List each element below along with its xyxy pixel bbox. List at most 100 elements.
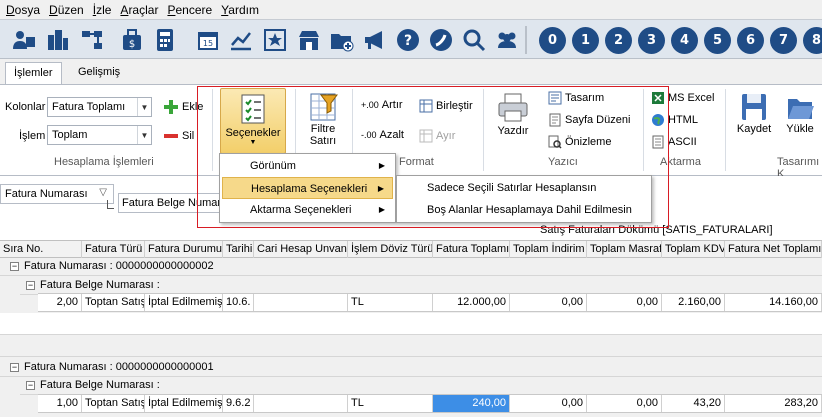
column-header-toplam-indirim[interactable]: Toplam İndirim [510,241,587,258]
cell-toplam-indirim: 0,00 [510,294,587,311]
group-field-fatura-numarasi[interactable]: Fatura Numarası ▽ [0,184,114,204]
cell-toplam-kdv: 43,20 [662,395,725,412]
kolonlar-value: Fatura Toplamı [52,101,126,113]
column-header-islem-doviz-turu[interactable]: İşlem Döviz Türü [348,241,433,258]
help-icon[interactable]: ? [394,26,422,54]
group-icon[interactable] [493,26,521,54]
cell-fatura-toplami: 12.000,00 [433,294,510,311]
chevron-down-icon[interactable]: ▼ [137,126,151,144]
quick-button-0[interactable]: 0 [539,27,566,54]
menu-duzen[interactable]: Düzen [49,3,84,17]
org-chart-icon[interactable] [78,26,106,54]
save-icon [742,94,766,120]
cell-fatura-turu: Toptan Satış [82,294,145,311]
kaydet-label: Kaydet [736,123,772,135]
cell-islem-doviz-turu: TL [348,294,433,311]
cell-fatura-durumu: İptal Edilmemiş [145,395,223,412]
cell-fatura-net-toplami: 283,20 [725,395,822,412]
collapse-icon[interactable]: − [26,381,35,390]
toolbar-separator [525,26,527,54]
quick-button-8[interactable]: 8 [803,27,822,54]
column-header-tarihi[interactable]: Tarihi [223,241,254,258]
cell-toplam-masraf: 0,00 [587,294,662,311]
calculator-icon[interactable] [151,26,179,54]
cell-islem-doviz-turu: TL [348,395,433,412]
cell-fatura-toplami-selected[interactable]: 240,00 [433,395,510,412]
main-toolbar: $ 15 ? 0 1 2 3 4 5 6 7 8 [0,19,822,59]
quick-button-7[interactable]: 7 [770,27,797,54]
open-folder-icon [788,99,814,119]
menu-pencere[interactable]: Pencere [167,3,212,17]
menu-izle[interactable]: İzle [93,3,112,17]
group-header-label: Fatura Numarası : 0000000000000001 [24,361,214,373]
filter-icon[interactable]: ▽ [99,187,107,198]
column-header-fatura-turu[interactable]: Fatura Türü [82,241,145,258]
folder-add-icon[interactable] [328,26,356,54]
yukle-button[interactable]: Yükle [781,91,819,135]
users-icon[interactable] [10,26,38,54]
collapse-icon[interactable]: − [10,363,19,372]
cell-toplam-indirim: 0,00 [510,395,587,412]
cash-bag-icon[interactable]: $ [118,26,146,54]
collapse-icon[interactable]: − [26,281,35,290]
ribbon-separator [725,89,726,171]
cell-fatura-turu: Toptan Satış [82,395,145,412]
column-header-fatura-durumu[interactable]: Fatura Durumu [145,241,223,258]
ribbon-tabs: İşlemler Gelişmiş [0,59,822,84]
tab-islemler[interactable]: İşlemler [5,62,62,84]
cell-toplam-masraf: 0,00 [587,395,662,412]
svg-text:$: $ [129,39,135,50]
group-row-fatura-belge-numarasi[interactable]: − Fatura Belge Numarası : [20,377,822,395]
store-icon[interactable] [295,26,323,54]
cell-sira-no: 1,00 [38,395,82,412]
sil-label: Sil [182,130,195,142]
cell-fatura-net-toplami: 14.160,00 [725,294,822,311]
chart-icon[interactable] [227,26,255,54]
cell-tarihi: 9.6.2 [223,395,254,412]
search-icon[interactable] [460,26,488,54]
cell-tarihi: 10.6. [223,294,254,311]
group-header-label: Fatura Belge Numarası : [40,379,160,391]
column-header-cari-hesap-unvani[interactable]: Cari Hesap Unvanı [254,241,348,258]
kaydet-button[interactable]: Kaydet [733,91,775,135]
phone-icon[interactable] [427,26,455,54]
plus-icon [164,100,178,114]
quick-button-4[interactable]: 4 [671,27,698,54]
quick-button-3[interactable]: 3 [638,27,665,54]
column-header-toplam-kdv[interactable]: Toplam KDV [662,241,725,258]
quick-button-2[interactable]: 2 [605,27,632,54]
buildings-icon[interactable] [44,26,72,54]
sil-button[interactable]: Sil [163,128,194,144]
table-row[interactable]: 2,00 Toptan Satış İptal Edilmemiş 10.6. … [38,293,822,312]
quick-button-6[interactable]: 6 [737,27,764,54]
group-field-label: Fatura Numarası [5,188,88,200]
quick-button-5[interactable]: 5 [704,27,731,54]
menu-yardim[interactable]: Yardım [221,3,259,17]
column-header-sira-no[interactable]: Sıra No. [0,241,82,258]
calendar-icon[interactable]: 15 [194,26,222,54]
menu-bar: Dosya Düzen İzle Araçlar Pencere Yardım [0,0,822,19]
column-header-fatura-toplami[interactable]: Fatura Toplamı [433,241,510,258]
chevron-down-icon[interactable]: ▼ [137,98,151,116]
kolonlar-combo[interactable]: Fatura Toplamı ▼ [47,97,152,117]
svg-text:15: 15 [203,39,213,48]
quick-button-1[interactable]: 1 [572,27,599,54]
yukle-label: Yükle [786,123,814,135]
tab-gelismis[interactable]: Gelişmiş [70,62,128,84]
kolonlar-label: Kolonlar [5,101,46,113]
column-header-toplam-masraf[interactable]: Toplam Masraf [587,241,662,258]
menu-dosya[interactable]: Dosya [6,3,40,17]
cell-fatura-durumu: İptal Edilmemiş [145,294,223,311]
star-card-icon[interactable] [261,26,289,54]
group-row-fatura-numarasi[interactable]: − Fatura Numarası : 0000000000000002 [0,258,822,276]
menu-araclar[interactable]: Araçlar [120,3,158,17]
megaphone-icon[interactable] [361,26,389,54]
group-row-fatura-numarasi[interactable]: − Fatura Numarası : 0000000000000001 [0,359,822,377]
column-header-fatura-net-toplami[interactable]: Fatura Net Toplamı [725,241,822,258]
svg-text:?: ? [404,33,412,49]
highlight-frame [197,86,669,228]
collapse-icon[interactable]: − [10,262,19,271]
islem-value: Toplam [52,129,88,141]
table-row[interactable]: 1,00 Toptan Satış İptal Edilmemiş 9.6.2 … [38,394,822,413]
islem-combo[interactable]: Toplam ▼ [47,125,152,145]
